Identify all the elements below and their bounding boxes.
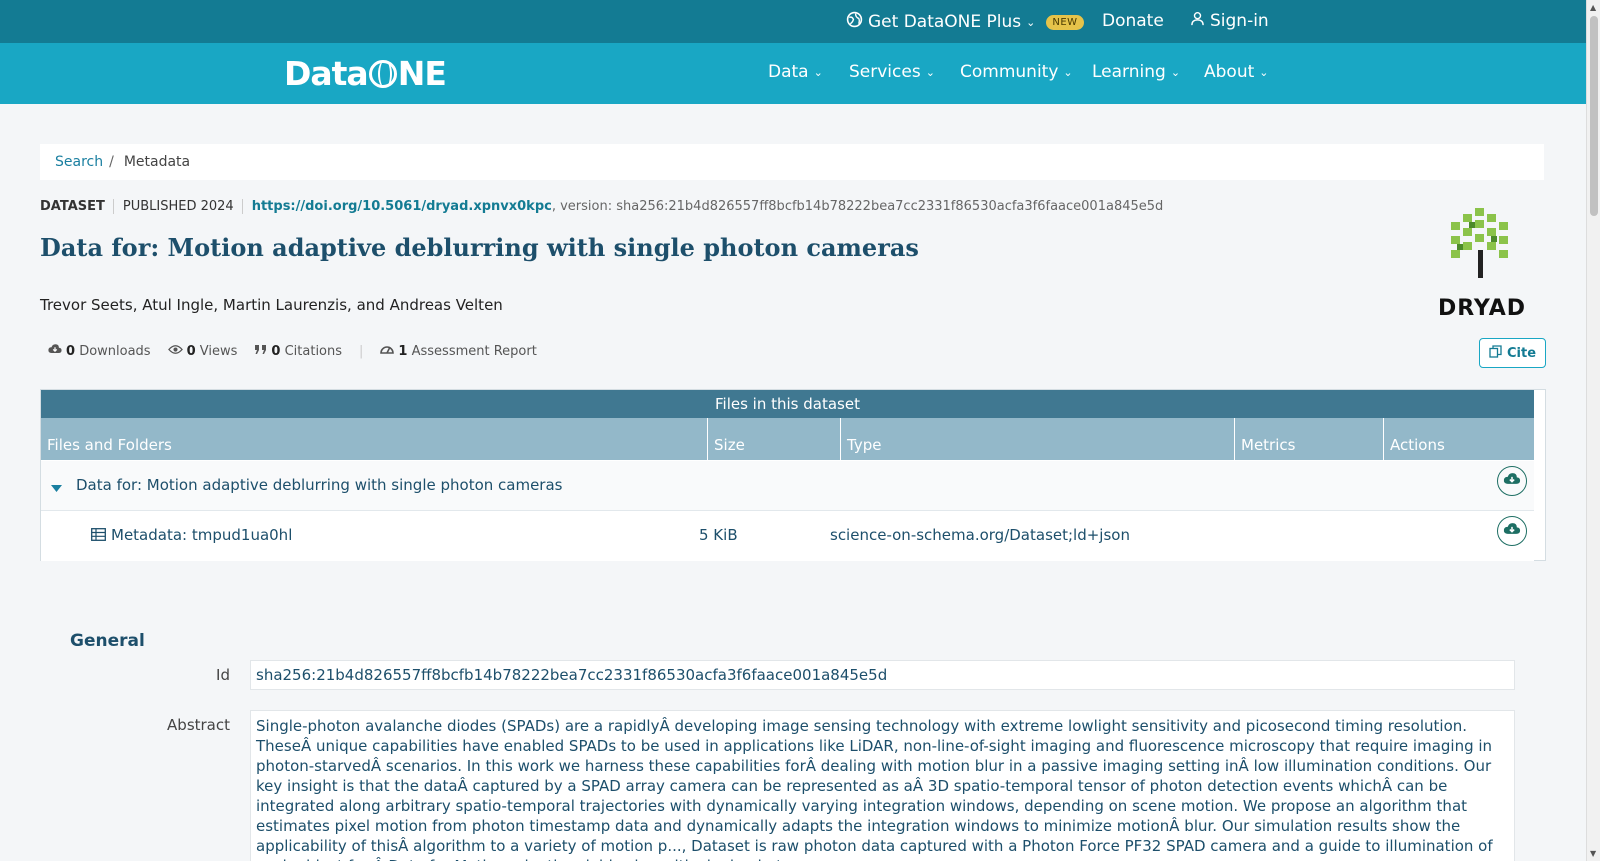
authors: Trevor Seets, Atul Ingle, Martin Laurenz… [40,296,503,314]
citations-label: Citations [284,343,343,359]
dryad-tree-icon [1451,208,1508,278]
files-table-header: Files and Folders Size Type Metrics Acti… [41,418,1534,460]
collapse-caret-icon[interactable] [51,479,62,497]
main-navbar: Data NE Data ⌄ Services ⌄ Community ⌄ Learn… [0,43,1586,104]
table-row[interactable]: Metadata: tmpud1ua0hl 5 KiB science-on-s… [41,511,1534,561]
scroll-down-arrow-icon[interactable]: ▼ [1590,849,1596,858]
breadcrumb-separator: / [109,154,114,170]
assessment-count: 1 [398,344,408,359]
get-dataone-plus-link[interactable]: Get DataONE Plus ⌄ NEW [846,11,1084,33]
scroll-up-arrow-icon[interactable]: ▲ [1590,3,1596,12]
chevron-down-icon: ⌄ [1259,65,1269,79]
cite-label: Cite [1506,345,1537,361]
cloud-download-icon [48,343,62,359]
citations-count: 0 [271,343,281,359]
chevron-down-icon: ⌄ [1063,65,1073,79]
nav-about-label: About [1204,62,1255,82]
dataset-kind: DATASET [40,199,105,214]
donate-link[interactable]: Donate [1102,11,1164,31]
page-scrollbar[interactable]: ▲ ▼ [1586,0,1600,861]
downloads-stat[interactable]: 0 Downloads [48,343,151,359]
folder-name[interactable]: Data for: Motion adaptive deblurring wit… [76,476,562,494]
stats-divider: | [359,343,364,359]
cite-button[interactable]: Cite [1479,338,1546,368]
donate-label: Donate [1102,11,1164,31]
files-table: Files in this dataset Files and Folders … [40,389,1546,561]
views-label: Views [199,343,238,359]
doi-link[interactable]: https://doi.org/10.5061/dryad.xpnvx0kpc [241,199,552,214]
logo-text-right: NE [397,54,447,93]
gauge-icon [380,343,395,359]
file-size: 5 KiB [699,526,738,544]
id-label: Id [216,666,230,684]
breadcrumb-search-link[interactable]: Search [55,154,103,170]
assessment-label: Assessment Report [411,344,537,359]
page-title: Data for: Motion adaptive deblurring wit… [40,233,919,262]
file-type: science-on-schema.org/Dataset;ld+json [830,526,1130,544]
nav-about[interactable]: About ⌄ [1204,62,1268,82]
citations-stat[interactable]: 0 Citations [254,344,342,359]
top-bar: Get DataONE Plus ⌄ NEW Donate Sign-in [0,0,1586,43]
header-files-and-folders[interactable]: Files and Folders [41,418,708,460]
logo-text-left: Data [284,54,369,93]
downloads-count: 0 [66,344,76,359]
cloud-download-icon [1503,522,1521,540]
dataset-stats: 0 Downloads 0 Views 0 Citations | 1 Asse… [48,343,537,359]
general-section-heading: General [70,631,145,651]
downloads-label: Downloads [79,344,151,359]
download-file-button[interactable] [1497,516,1527,546]
header-type[interactable]: Type [841,418,1235,460]
file-name[interactable]: Metadata: tmpud1ua0hl [111,526,292,544]
dryad-repository-logo[interactable]: DRYAD [1432,208,1532,321]
copy-icon [1489,344,1502,362]
cloud-download-icon [1503,472,1521,490]
nav-data-label: Data [768,62,809,82]
nav-services-label: Services [849,62,921,82]
abstract-label: Abstract [167,716,230,734]
dataset-meta-line: DATASET PUBLISHED 2024 https://doi.org/1… [40,199,1163,214]
globe-icon [846,11,863,33]
chevron-down-icon: ⌄ [925,65,935,79]
files-table-caption: Files in this dataset [41,390,1534,418]
chevron-down-icon: ⌄ [1170,65,1181,79]
eye-icon [167,344,183,359]
sign-in-link[interactable]: Sign-in [1190,11,1269,31]
views-stat[interactable]: 0 Views [167,343,238,359]
views-count: 0 [186,343,196,359]
nav-community[interactable]: Community ⌄ [960,62,1073,82]
header-metrics[interactable]: Metrics [1235,418,1384,460]
table-icon [91,527,106,545]
version-text: , version: sha256:21b4d826557ff8bcfb14b7… [551,199,1164,214]
published-year: PUBLISHED 2024 [112,199,234,214]
download-folder-button[interactable] [1497,466,1527,496]
logo-globe-icon [368,59,397,88]
nav-learning[interactable]: Learning ⌄ [1092,62,1180,82]
table-row[interactable]: Data for: Motion adaptive deblurring wit… [41,461,1534,511]
id-value: sha256:21b4d826557ff8bcfb14b78222bea7cc2… [250,660,1515,690]
chevron-down-icon: ⌄ [813,65,823,79]
scrollbar-thumb[interactable] [1590,16,1598,216]
get-dataone-plus-label: Get DataONE Plus [868,12,1022,32]
user-icon [1190,11,1205,31]
nav-learning-label: Learning [1092,62,1166,82]
new-badge: NEW [1046,14,1084,30]
sign-in-label: Sign-in [1210,11,1269,31]
header-size[interactable]: Size [708,418,841,460]
breadcrumb-current: Metadata [123,154,191,170]
dataone-logo[interactable]: Data NE [284,54,447,93]
quote-icon [254,344,267,359]
nav-community-label: Community [960,62,1059,82]
chevron-down-icon: ⌄ [1026,15,1036,29]
breadcrumb: Search / Metadata [40,144,1544,180]
assessment-stat[interactable]: 1 Assessment Report [380,343,537,359]
dryad-wordmark: DRYAD [1437,296,1527,321]
nav-data[interactable]: Data ⌄ [768,62,823,82]
abstract-value: Single-photon avalanche diodes (SPADs) a… [250,710,1515,861]
header-actions[interactable]: Actions [1384,418,1534,460]
nav-services[interactable]: Services ⌄ [849,62,935,82]
